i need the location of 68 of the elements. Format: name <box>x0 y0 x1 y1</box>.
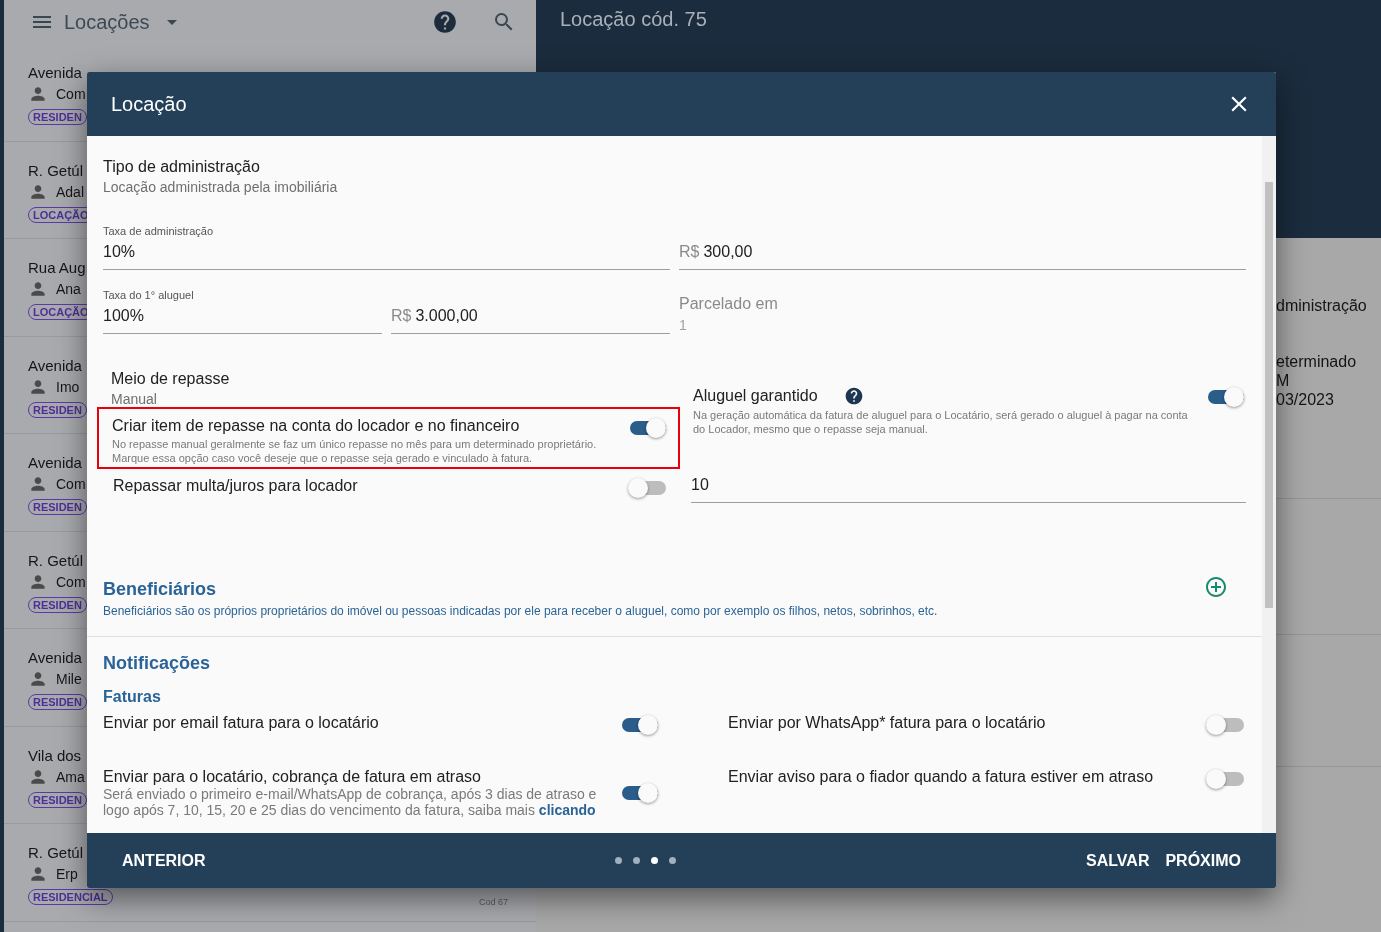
dialog-title: Locação <box>111 92 188 116</box>
code-text: Cod 67 <box>478 896 508 907</box>
field-label: Parcelado em <box>679 295 779 313</box>
input-field[interactable]: 10 <box>691 470 1246 503</box>
address-text: R. Getúl <box>28 551 84 569</box>
toggle-switch[interactable] <box>1208 390 1244 404</box>
person-name: Com <box>56 86 86 102</box>
option-label: Enviar para o locatário, cobrança de fatura em atraso <box>103 768 482 786</box>
field-label: Taxa do 1° aluguel <box>103 289 195 302</box>
address-text: Vila dos <box>28 746 82 764</box>
person-name: Adal <box>56 183 85 200</box>
admin-type-label: Tipo de administração <box>103 158 261 176</box>
section-title: Beneficiários <box>103 579 218 600</box>
help-link[interactable]: clicando <box>538 802 596 818</box>
detail-title: Locação cód. 75 <box>560 8 707 30</box>
info-text: eterminado <box>1276 352 1358 371</box>
admin-type-value: Locação administrada pela imobiliária <box>103 179 339 195</box>
section-title: Notificações <box>103 653 211 674</box>
address-text: Avenida <box>28 649 82 666</box>
option-label: Criar item de repasse na conta do locador e no financeiro <box>112 417 521 435</box>
option-label: Enviar aviso para o fiador quando a fatura estiver em atraso <box>728 768 1155 786</box>
info-text: M <box>1276 371 1291 390</box>
option-label: Aluguel garantido <box>693 387 818 405</box>
toggle-switch[interactable] <box>622 786 658 800</box>
option-description: No repasse manual geralmente se faz um único repasse no mês para um determinado proprietário. Marque essa opção caso você deseje que o repasse seja gerado e vinculado à fatura. <box>112 437 598 465</box>
person-name: Ana <box>56 281 81 297</box>
address-text: Avenida <box>28 356 82 374</box>
address-text: R. Getúl <box>28 161 84 179</box>
toggle-switch[interactable] <box>622 718 658 732</box>
field-value: 1 <box>679 317 688 333</box>
address-text: Avenida <box>28 64 82 81</box>
transfer-method-label: Meio de repasse <box>111 370 231 388</box>
app-title: Locações <box>64 10 150 34</box>
person-name: Imo <box>56 378 80 395</box>
person-name: Erp <box>56 866 78 882</box>
save-button[interactable]: SALVAR <box>1086 845 1150 876</box>
option-label: Repassar multa/juros para locador <box>113 477 359 495</box>
help-icon[interactable] <box>432 9 458 35</box>
address-text: R. Getúl <box>28 844 84 861</box>
toggle-switch[interactable] <box>1208 772 1244 786</box>
option-description: Na geração automática da fatura de aluguel para o Locatário, será gerado o aluguel à pagar na conta do Locador, mesmo que o repasse seja manual. <box>693 408 1189 436</box>
add-icon[interactable] <box>1204 575 1228 599</box>
option-description: Será enviado o primeiro e-mail/WhatsApp de cobrança, após 3 dias de atraso e logo após 7, 10, 15, 20 e 25 dias do vencimento da fatura, saiba mais clicando <box>103 786 598 818</box>
toggle-switch[interactable] <box>630 421 666 435</box>
toggle-switch[interactable] <box>630 481 666 495</box>
person-name: Mile <box>56 671 82 687</box>
option-label: Enviar por WhatsApp* fatura para o locatário <box>728 714 1047 732</box>
help-icon[interactable] <box>843 386 864 406</box>
toggle-switch[interactable] <box>1208 718 1244 732</box>
info-text: 03/2023 <box>1276 390 1335 409</box>
option-label: Enviar por email fatura para o locatário <box>103 714 380 732</box>
field-label: Taxa de administração <box>103 225 215 238</box>
input-field[interactable]: R$ 300,00 <box>679 238 1246 270</box>
next-button[interactable]: PRÓXIMO <box>1165 845 1241 876</box>
back-button[interactable]: ANTERIOR <box>122 845 206 876</box>
scrollbar[interactable] <box>1262 136 1276 833</box>
person-name: Ama <box>56 768 85 785</box>
transfer-method-value: Manual <box>111 391 158 407</box>
person-name: Com <box>56 476 86 492</box>
address-text: Avenida <box>28 454 82 471</box>
subsection-title: Faturas <box>103 688 162 706</box>
input-field[interactable]: 10% <box>103 238 670 270</box>
section-description: Beneficiários são os próprios proprietários do imóvel ou pessoas indicadas por ele para receber o aluguel, como por exemplo os filhos, netos, sobrinhos, etc. <box>103 604 939 618</box>
address-text: Rua Aug <box>28 259 86 276</box>
input-field[interactable]: R$ 3.000,00 <box>391 302 670 334</box>
input-field[interactable]: 100% <box>103 302 382 334</box>
info-text: dministração <box>1276 296 1368 315</box>
person-name: Com <box>56 573 86 590</box>
